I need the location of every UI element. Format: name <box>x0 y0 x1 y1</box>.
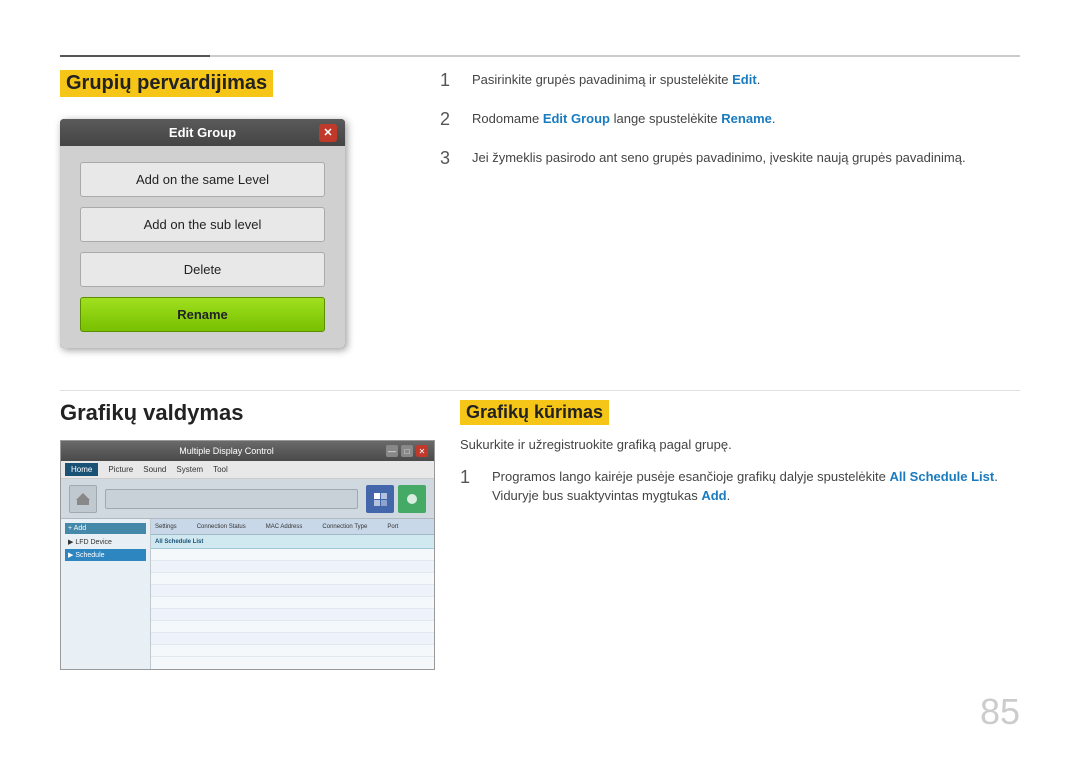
highlight-edit-group: Edit Group <box>543 111 610 126</box>
ss-menu-system: System <box>176 465 203 474</box>
highlight-add: Add <box>701 488 726 503</box>
ss-tool-home <box>69 485 97 513</box>
instruction-text-3: Jei žymeklis pasirodo ant seno grupės pa… <box>472 148 966 168</box>
section-bottom-left: Grafikų valdymas Multiple Display Contro… <box>60 400 440 670</box>
ss-toolbar <box>61 479 434 519</box>
dialog-close-button[interactable]: ✕ <box>319 124 337 142</box>
edit-group-dialog: Edit Group ✕ Add on the same Level Add o… <box>60 119 345 348</box>
instruction-3: 3 Jei žymeklis pasirodo ant seno grupės … <box>440 148 1020 169</box>
ss-data-row-1 <box>151 549 434 561</box>
ss-data-row-2 <box>151 561 434 573</box>
instruction-number-1: 1 <box>440 70 460 91</box>
ss-data-row-6 <box>151 609 434 621</box>
section-divider <box>60 390 1020 391</box>
ss-data-row-3 <box>151 573 434 585</box>
instruction-1: 1 Pasirinkite grupės pavadinimą ir spust… <box>440 70 1020 91</box>
ss-col-connection: Connection Status <box>197 524 246 530</box>
ss-content-header: Settings Connection Status MAC Address C… <box>151 519 434 535</box>
ss-sidebar-add-btn: + Add <box>65 523 146 534</box>
ss-sidebar-schedule: ▶ Schedule <box>65 549 146 561</box>
section2-right-title: Grafikų kūrimas <box>460 400 609 425</box>
section2-instruction-number-1: 1 <box>460 467 480 488</box>
instruction-number-2: 2 <box>440 109 460 130</box>
top-rule-accent <box>60 55 210 57</box>
instructions-top: 1 Pasirinkite grupės pavadinimą ir spust… <box>440 70 1020 187</box>
ss-content: Settings Connection Status MAC Address C… <box>151 519 434 670</box>
highlight-edit: Edit <box>732 72 757 87</box>
ss-menu-sound: Sound <box>143 465 166 474</box>
section1-title: Grupių pervardijimas <box>60 70 273 97</box>
ss-menu-home: Home <box>65 463 98 476</box>
ss-menu-bar: Home Picture Sound System Tool <box>61 461 434 479</box>
ss-data-row-8 <box>151 633 434 645</box>
page-container: Grupių pervardijimas Edit Group ✕ Add on… <box>0 0 1080 763</box>
ss-col-settings: Settings <box>155 524 177 530</box>
ss-data-row-9 <box>151 645 434 657</box>
ss-col-type: Connection Type <box>322 524 367 530</box>
ss-all-schedule-row: All Schedule List <box>151 535 434 549</box>
ss-titlebar: Multiple Display Control — □ ✕ <box>61 441 434 461</box>
section2-instruction-1: 1 Programos lango kairėje pusėje esančio… <box>460 467 1020 506</box>
ss-all-schedule-text: All Schedule List <box>155 539 203 545</box>
ss-sidebar-lfd: ▶ LFD Device <box>65 536 146 548</box>
page-number: 85 <box>980 691 1020 733</box>
ss-title: Multiple Display Control <box>67 446 386 456</box>
section2-left-title: Grafikų valdymas <box>60 400 440 426</box>
section-bottom-right: Grafikų kūrimas Sukurkite ir užregistruo… <box>460 400 1020 524</box>
instruction-2: 2 Rodomame Edit Group lange spustelėkite… <box>440 109 1020 130</box>
add-same-level-button[interactable]: Add on the same Level <box>80 162 325 197</box>
ss-col-port: Port <box>387 524 398 530</box>
ss-controls: — □ ✕ <box>386 445 428 457</box>
rename-button[interactable]: Rename <box>80 297 325 332</box>
screenshot-simulation: Multiple Display Control — □ ✕ Home Pict… <box>60 440 435 670</box>
instruction-number-3: 3 <box>440 148 460 169</box>
ss-menu-tool: Tool <box>213 465 228 474</box>
highlight-all-schedule-list: All Schedule List <box>889 469 994 484</box>
highlight-rename: Rename <box>721 111 772 126</box>
ss-menu-picture: Picture <box>108 465 133 474</box>
section2-subtitle: Sukurkite ir užregistruokite grafiką pag… <box>460 435 1020 455</box>
ss-data-row-4 <box>151 585 434 597</box>
instruction-text-2: Rodomame Edit Group lange spustelėkite R… <box>472 109 775 129</box>
add-sub-level-button[interactable]: Add on the sub level <box>80 207 325 242</box>
ss-col-mac: MAC Address <box>266 524 303 530</box>
dialog-titlebar: Edit Group ✕ <box>60 119 345 146</box>
ss-data-row-7 <box>151 621 434 633</box>
ss-close: ✕ <box>416 445 428 457</box>
instruction-text-1: Pasirinkite grupės pavadinimą ir spustel… <box>472 70 760 90</box>
ss-sidebar: + Add ▶ LFD Device ▶ Schedule <box>61 519 151 670</box>
dialog-title: Edit Group <box>169 125 236 140</box>
ss-minimize: — <box>386 445 398 457</box>
delete-button[interactable]: Delete <box>80 252 325 287</box>
ss-data-row-5 <box>151 597 434 609</box>
section2-instruction-text-1: Programos lango kairėje pusėje esančioje… <box>492 467 1020 506</box>
ss-maximize: □ <box>401 445 413 457</box>
ss-main-area: + Add ▶ LFD Device ▶ Schedule Settings C… <box>61 519 434 670</box>
dialog-body: Add on the same Level Add on the sub lev… <box>60 146 345 348</box>
